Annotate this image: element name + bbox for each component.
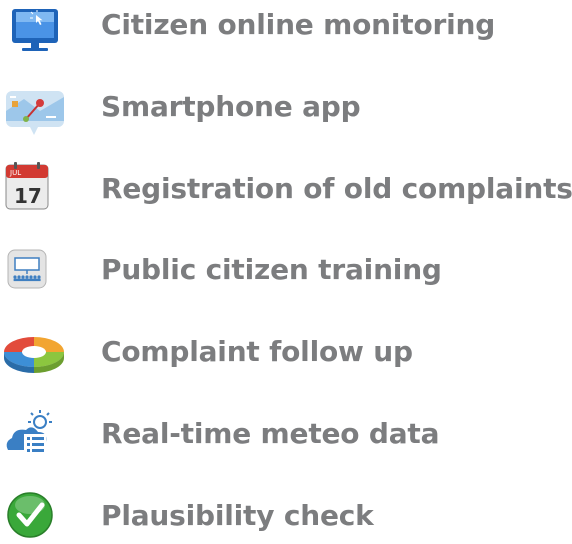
calendar-day: 17 <box>14 184 42 208</box>
list-item: Public citizen training <box>0 240 572 298</box>
list-item: Real-time meteo data <box>0 404 572 462</box>
map-pin-app-icon <box>0 77 72 135</box>
list-item: Plausibility check <box>0 486 572 544</box>
computer-monitor-icon <box>0 0 72 53</box>
item-label: Real-time meteo data <box>101 416 440 450</box>
item-label: Complaint follow up <box>101 334 413 368</box>
cycle-diagram-icon <box>0 322 72 380</box>
item-label: Citizen online monitoring <box>101 7 496 41</box>
presentation-board-icon <box>0 240 72 298</box>
checkmark-icon <box>0 486 72 544</box>
item-label: Registration of old complaints <box>101 171 572 205</box>
list-item: JUL 17 Registration of old complaints <box>0 159 572 217</box>
list-item: Citizen online monitoring <box>0 0 572 53</box>
item-label: Public citizen training <box>101 252 442 286</box>
item-label: Plausibility check <box>101 498 374 532</box>
weather-cloud-icon <box>0 404 72 462</box>
feature-list: Citizen online monitoring Smartphone app <box>0 0 572 538</box>
item-label: Smartphone app <box>101 89 361 123</box>
calendar-month: JUL <box>9 169 21 177</box>
list-item: Complaint follow up <box>0 322 572 380</box>
list-item: Smartphone app <box>0 77 572 135</box>
calendar-icon: JUL 17 <box>0 159 72 217</box>
